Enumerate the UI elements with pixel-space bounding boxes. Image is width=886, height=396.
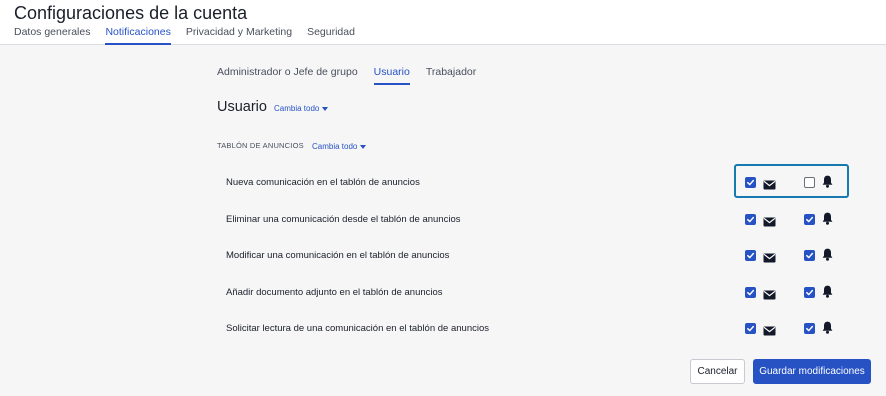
envelope-icon [763, 250, 776, 268]
notification-row: Modificar una comunicación en el tablón … [217, 238, 849, 274]
notification-row: Solicitar lectura de una comunicación en… [217, 311, 849, 347]
header: Configuraciones de la cuenta Datos gener… [0, 0, 886, 45]
notification-label: Solicitar lectura de una comunicación en… [226, 323, 489, 335]
notification-label: Nueva comunicación en el tablón de anunc… [226, 177, 420, 188]
page-title: Configuraciones de la cuenta [14, 3, 248, 23]
group-title: TABLÓN DE ANUNCIOS [217, 141, 304, 150]
notification-label: Eliminar una comunicación desde el tabló… [226, 213, 461, 225]
push-checkbox[interactable] [804, 286, 815, 298]
tab-datos-generales[interactable]: Datos generales [14, 26, 90, 45]
push-checkbox[interactable] [804, 213, 815, 225]
push-checkbox[interactable] [804, 250, 815, 262]
section-change-all-label: Cambia todo [274, 104, 320, 113]
notification-label: Modificar una comunicación en el tablón … [226, 250, 450, 262]
bell-icon [822, 285, 833, 303]
bell-icon [822, 248, 833, 266]
subtab-administrador[interactable]: Administrador o Jefe de grupo [217, 66, 358, 85]
caret-down-icon [360, 144, 367, 149]
notification-row: Añadir documento adjunto en el tablón de… [217, 275, 849, 311]
tab-seguridad[interactable]: Seguridad [307, 26, 355, 45]
notification-label: Añadir documento adjunto en el tablón de… [226, 286, 443, 298]
section-change-all-dropdown[interactable]: Cambia todo [274, 104, 329, 113]
envelope-icon [763, 287, 776, 305]
cancel-button[interactable]: Cancelar [690, 359, 745, 384]
group-change-all-label: Cambia todo [312, 142, 358, 151]
group-change-all-dropdown[interactable]: Cambia todo [312, 142, 367, 151]
email-checkbox[interactable] [745, 323, 756, 335]
focus-highlight [734, 164, 849, 198]
envelope-icon [763, 214, 776, 232]
tab-privacidad-marketing[interactable]: Privacidad y Marketing [186, 26, 292, 45]
envelope-icon [763, 323, 776, 341]
email-checkbox[interactable] [745, 250, 756, 262]
top-tabs: Datos generales Notificaciones Privacida… [14, 26, 370, 45]
push-checkbox[interactable] [804, 323, 815, 335]
notification-row: Eliminar una comunicación desde el tabló… [217, 202, 849, 238]
save-button[interactable]: Guardar modificaciones [753, 359, 871, 384]
email-checkbox[interactable] [745, 286, 756, 298]
bell-icon [822, 212, 833, 230]
subtab-usuario[interactable]: Usuario [373, 66, 410, 85]
caret-down-icon [322, 106, 329, 111]
role-tabs: Administrador o Jefe de grupo Usuario Tr… [217, 66, 492, 85]
subtab-trabajador[interactable]: Trabajador [426, 66, 476, 85]
bell-icon [822, 321, 833, 339]
tab-notificaciones[interactable]: Notificaciones [105, 26, 171, 45]
section-title: Usuario [217, 99, 267, 115]
email-checkbox[interactable] [745, 213, 756, 225]
